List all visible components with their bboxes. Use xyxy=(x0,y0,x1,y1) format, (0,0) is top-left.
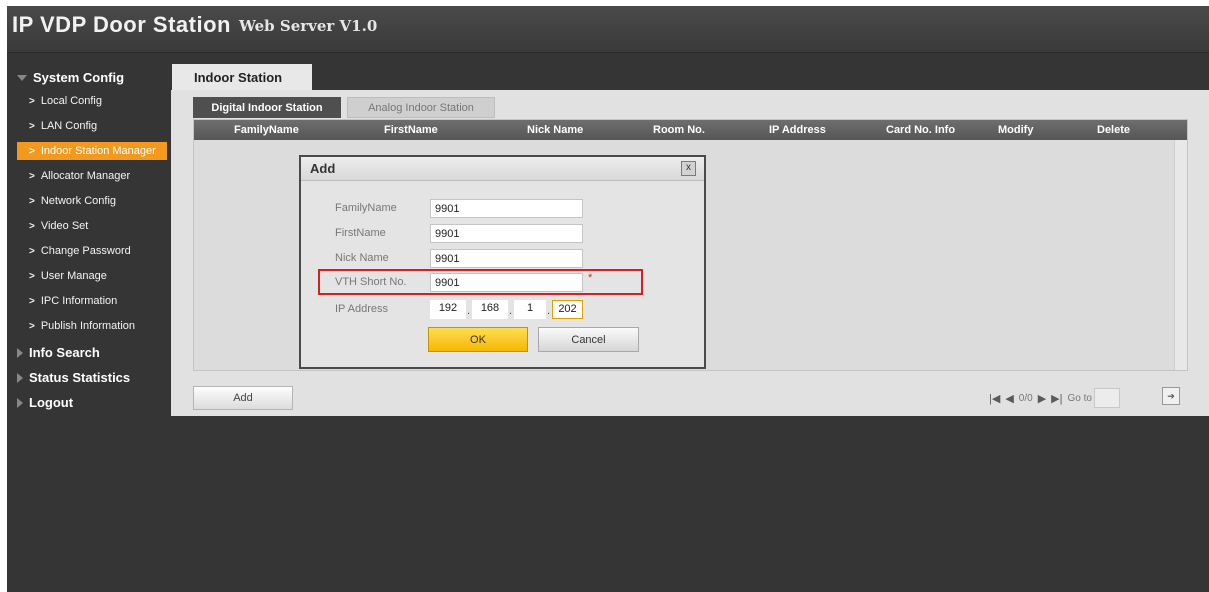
sidebar-item-indoor-station-manager[interactable]: > Indoor Station Manager xyxy=(17,142,167,160)
chevron-right-icon: > xyxy=(29,245,35,257)
ip-octet-3[interactable]: 1 xyxy=(514,300,546,319)
nav-info-search[interactable]: Info Search xyxy=(17,345,100,360)
close-icon[interactable]: x xyxy=(681,161,696,176)
nickname-label: Nick Name xyxy=(335,252,389,264)
pager: |◀ ◀ 0/0 ▶ ▶| Go to xyxy=(989,388,1120,408)
app-window: IP VDP Door Station Web Server V1.0 Syst… xyxy=(7,6,1209,592)
cancel-button[interactable]: Cancel xyxy=(538,327,639,352)
table-scrollbar[interactable] xyxy=(1174,140,1187,370)
tab-analog-indoor-station[interactable]: Analog Indoor Station xyxy=(347,97,495,118)
caret-right-icon xyxy=(17,347,23,358)
header: IP VDP Door Station Web Server V1.0 xyxy=(7,6,1209,53)
column-header-familyname[interactable]: FamilyName xyxy=(234,120,299,140)
page-indicator: 0/0 xyxy=(1018,392,1033,404)
sidebar-item-label: Network Config xyxy=(40,195,117,207)
chevron-right-icon: > xyxy=(29,270,35,282)
chevron-right-icon: > xyxy=(29,95,35,107)
add-button[interactable]: Add xyxy=(193,386,293,410)
sidebar-item-allocator-manager[interactable]: > Allocator Manager xyxy=(17,167,167,185)
prev-page-icon[interactable]: ◀ xyxy=(1005,392,1013,405)
go-arrow-icon: ➔ xyxy=(1167,390,1175,401)
chevron-right-icon: > xyxy=(29,295,35,307)
nickname-field[interactable] xyxy=(430,249,583,268)
nav-logout-label: Logout xyxy=(29,395,74,410)
ip-octet-1[interactable]: 192 xyxy=(430,300,466,319)
chevron-right-icon: > xyxy=(29,195,35,207)
column-header-modify[interactable]: Modify xyxy=(998,120,1033,140)
nav-info-search-label: Info Search xyxy=(29,345,100,360)
next-page-icon[interactable]: ▶ xyxy=(1038,392,1046,405)
sidebar-item-label: Publish Information xyxy=(40,320,136,332)
sidebar-item-label: Video Set xyxy=(40,220,89,232)
dialog-title: Add xyxy=(310,161,336,176)
sidebar-item-label: Indoor Station Manager xyxy=(40,145,156,157)
ip-octet-2[interactable]: 168 xyxy=(472,300,508,319)
last-page-icon[interactable]: ▶| xyxy=(1051,392,1062,405)
ip-dot: . xyxy=(509,305,513,317)
app-title: IP VDP Door Station xyxy=(12,12,231,37)
ok-button[interactable]: OK xyxy=(428,327,528,352)
nav-system-config[interactable]: System Config xyxy=(17,70,124,85)
table-header: FamilyName FirstName Nick Name Room No. … xyxy=(194,120,1187,140)
sidebar-item-label: Change Password xyxy=(40,245,131,257)
column-header-card-no-info[interactable]: Card No. Info xyxy=(886,120,955,140)
chevron-right-icon: > xyxy=(29,120,35,132)
sidebar-item-label: LAN Config xyxy=(40,120,98,132)
nav-status-statistics[interactable]: Status Statistics xyxy=(17,370,130,385)
column-header-delete[interactable]: Delete xyxy=(1097,120,1130,140)
column-header-room-no[interactable]: Room No. xyxy=(653,120,705,140)
goto-label: Go to xyxy=(1067,392,1092,404)
sidebar-item-publish-information[interactable]: > Publish Information xyxy=(17,317,167,335)
go-button[interactable]: ➔ xyxy=(1162,387,1180,405)
sidebar-item-lan-config[interactable]: > LAN Config xyxy=(17,117,167,135)
nav-status-statistics-label: Status Statistics xyxy=(29,370,131,385)
firstname-field[interactable] xyxy=(430,224,583,243)
sidebar-item-label: User Manage xyxy=(40,270,107,282)
first-page-icon[interactable]: |◀ xyxy=(989,392,1000,405)
firstname-label: FirstName xyxy=(335,227,386,239)
familyname-label: FamilyName xyxy=(335,202,397,214)
sidebar-item-local-config[interactable]: > Local Config xyxy=(17,92,167,110)
chevron-right-icon: > xyxy=(29,145,35,157)
sidebar-item-change-password[interactable]: > Change Password xyxy=(17,242,167,260)
highlight-annotation xyxy=(318,269,643,295)
goto-page-input[interactable] xyxy=(1093,388,1120,408)
tab-indoor-station[interactable]: Indoor Station xyxy=(172,64,312,90)
column-header-nick-name[interactable]: Nick Name xyxy=(527,120,583,140)
sidebar-item-label: Allocator Manager xyxy=(40,170,131,182)
sidebar-item-video-set[interactable]: > Video Set xyxy=(17,217,167,235)
ip-octet-4[interactable]: 202 xyxy=(552,300,583,319)
column-header-firstname[interactable]: FirstName xyxy=(384,120,438,140)
sidebar-item-label: IPC Information xyxy=(40,295,118,307)
sidebar-item-network-config[interactable]: > Network Config xyxy=(17,192,167,210)
add-dialog: Add x FamilyName FirstName Nick Name VTH… xyxy=(299,155,706,369)
column-header-ip-address[interactable]: IP Address xyxy=(769,120,826,140)
ip-dot: . xyxy=(467,305,471,317)
caret-down-icon xyxy=(17,74,27,81)
chevron-right-icon: > xyxy=(29,220,35,232)
caret-right-icon xyxy=(17,397,23,408)
dialog-titlebar: Add x xyxy=(301,157,704,181)
caret-right-icon xyxy=(17,372,23,383)
nav-system-config-label: System Config xyxy=(33,70,125,85)
familyname-field[interactable] xyxy=(430,199,583,218)
chevron-right-icon: > xyxy=(29,320,35,332)
sidebar-item-user-manage[interactable]: > User Manage xyxy=(17,267,167,285)
app-subtitle: Web Server V1.0 xyxy=(239,17,378,35)
tab-digital-indoor-station[interactable]: Digital Indoor Station xyxy=(193,97,341,118)
chevron-right-icon: > xyxy=(29,170,35,182)
sidebar-item-ipc-information[interactable]: > IPC Information xyxy=(17,292,167,310)
ip-dot: . xyxy=(547,305,551,317)
sidebar-item-label: Local Config xyxy=(40,95,102,107)
ip-address-label: IP Address xyxy=(335,303,388,315)
nav-logout[interactable]: Logout xyxy=(17,395,73,410)
